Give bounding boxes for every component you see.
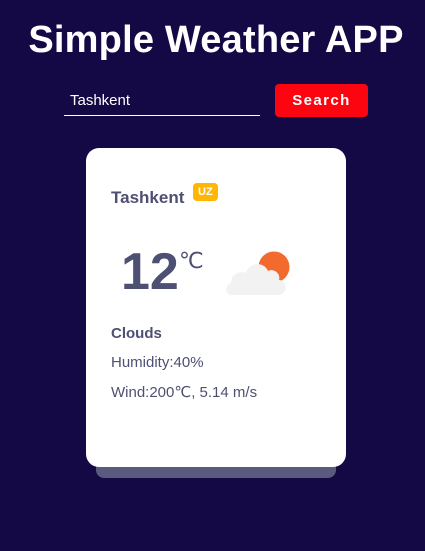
temperature-value: 12 — [121, 243, 179, 301]
weather-condition: Clouds — [111, 325, 162, 342]
search-input[interactable] — [64, 86, 260, 116]
partly-cloudy-icon — [226, 251, 290, 295]
temperature-unit: ℃ — [179, 248, 204, 273]
humidity-text: Humidity:40% — [111, 354, 204, 371]
app-title: Simple Weather APP — [28, 19, 404, 61]
search-button[interactable]: Search — [275, 84, 368, 117]
weather-card: Tashkent UZ 12 ℃ Clouds Humidity:40% Win… — [86, 148, 346, 467]
city-name: Tashkent — [111, 188, 185, 207]
country-badge: UZ — [193, 183, 218, 201]
wind-text: Wind:200℃, 5.14 m/s — [111, 384, 258, 401]
